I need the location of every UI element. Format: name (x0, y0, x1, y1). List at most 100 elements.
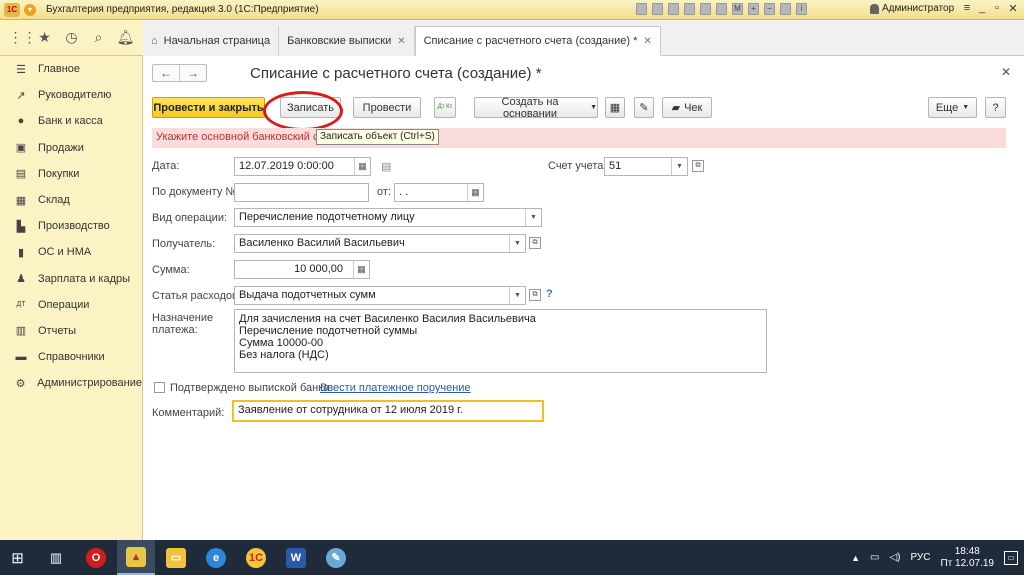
dt-kt-button[interactable]: Дт Кт (434, 97, 456, 118)
calendar-icon[interactable]: ▦ (467, 184, 483, 201)
forward-arrow-icon[interactable]: → (180, 65, 206, 81)
account-field[interactable]: 51 ▼ (604, 157, 688, 176)
help-button[interactable]: ? (985, 97, 1006, 118)
paint-icon[interactable]: ✎ (317, 540, 355, 575)
dropdown-arrow-icon[interactable]: ▼ (671, 158, 687, 175)
sidebar-item-manager[interactable]: ↗ Руководителю (0, 82, 142, 108)
word-icon[interactable]: W (277, 540, 315, 575)
sidebar-item-catalogs[interactable]: ▬ Справочники (0, 344, 142, 370)
sidebar-item-bank[interactable]: ● Банк и касса (0, 108, 142, 134)
person-icon: ♟ (16, 273, 26, 286)
apps-grid-icon[interactable]: ⋮⋮ (9, 29, 37, 46)
language-indicator[interactable]: РУС (910, 552, 930, 563)
opera-browser-icon[interactable]: O (77, 540, 115, 575)
memory-m-icon[interactable]: M (732, 3, 743, 15)
file-explorer-icon[interactable]: ▭ (157, 540, 195, 575)
clock[interactable]: 18:48 Пт 12.07.19 (941, 546, 994, 570)
tab-label: Начальная страница (163, 35, 271, 47)
calculator-icon[interactable]: ▦ (353, 261, 369, 278)
post-and-close-button[interactable]: Провести и закрыть (152, 97, 265, 118)
sidebar-item-production[interactable]: ▙ Производство (0, 213, 142, 239)
enter-payment-order-link[interactable]: Ввести платежное поручение (320, 382, 471, 394)
dropdown-arrow-icon[interactable]: ▼ (509, 235, 525, 252)
main-menu-button[interactable]: ▾ (24, 3, 36, 16)
sidebar-item-label: Отчеты (38, 324, 77, 337)
tab-write-off[interactable]: Списание с расчетного счета (создание) *… (414, 26, 661, 56)
receipt-button[interactable]: ▰ Чек (662, 97, 712, 118)
sidebar-item-assets[interactable]: ▮ ОС и НМА (0, 239, 142, 265)
sidebar-item-reports[interactable]: ▥ Отчеты (0, 318, 142, 344)
sidebar-item-sales[interactable]: ▣ Продажи (0, 135, 142, 161)
calculator-icon[interactable] (716, 3, 727, 15)
print-button[interactable]: ▦ (605, 97, 625, 118)
comment-bubble-icon[interactable]: ▤ (381, 160, 391, 173)
close-form-icon[interactable]: ✕ (1001, 65, 1011, 79)
post-button[interactable]: Провести (353, 97, 421, 118)
open-icon[interactable]: ⧉ (692, 160, 704, 172)
operation-type-select[interactable]: Перечисление подотчетному лицу ▼ (234, 208, 542, 227)
tab-bank-statements[interactable]: Банковские выписки ✕ (279, 26, 415, 56)
expense-item-field[interactable]: Выдача подотчетных сумм ▼ (234, 286, 526, 305)
account-value: 51 (609, 160, 622, 172)
open-icon[interactable]: ⧉ (529, 237, 541, 249)
send-icon[interactable] (668, 3, 679, 15)
bell-icon[interactable]: 🔔︎ (117, 29, 135, 46)
create-based-on-button[interactable]: Создать на основании ▼ (474, 96, 598, 120)
settings-icon[interactable]: ≡ (960, 2, 974, 14)
confirmed-checkbox[interactable] (154, 382, 165, 393)
confirmed-label: Подтверждено выпиской банка: (170, 382, 333, 394)
help-question-icon[interactable]: ? (546, 288, 553, 300)
doc-number-field[interactable] (234, 183, 369, 202)
table-icon[interactable] (684, 3, 695, 15)
search-icon[interactable]: ⌕ (90, 29, 108, 46)
sidebar-item-salary[interactable]: ♟ Зарплата и кадры (0, 266, 142, 292)
tab-close-icon[interactable]: ✕ (397, 36, 405, 47)
calendar-icon[interactable] (700, 3, 711, 15)
close-window-button[interactable]: ✕ (1006, 2, 1020, 15)
calendar-icon[interactable]: ▦ (354, 158, 370, 175)
memory-minus-icon[interactable]: − (764, 3, 775, 15)
purpose-textarea[interactable]: Для зачисления на счет Василенко Василия… (234, 309, 767, 373)
internet-explorer-icon[interactable]: e (197, 540, 235, 575)
history-icon[interactable]: ◷ (63, 29, 81, 46)
minimize-button[interactable]: _ (975, 2, 989, 14)
cart-icon: ▣ (15, 142, 27, 155)
amount-field[interactable]: 10 000,00 ▦ (234, 260, 370, 279)
show-hidden-icons[interactable]: ▲ (851, 553, 860, 563)
dropdown-arrow-icon[interactable]: ▼ (525, 209, 541, 226)
zoom-icon[interactable] (780, 3, 791, 15)
recipient-field[interactable]: Василенко Василий Васильевич ▼ (234, 234, 526, 253)
back-arrow-icon[interactable]: ← (153, 65, 180, 81)
favorites-star-icon[interactable]: ★ (36, 29, 54, 46)
dropdown-arrow-icon[interactable]: ▼ (509, 287, 525, 304)
open-icon[interactable]: ⧉ (529, 289, 541, 301)
tab-close-icon[interactable]: ✕ (643, 36, 651, 47)
save-icon[interactable] (652, 3, 663, 15)
network-icon[interactable]: ▭ (870, 552, 879, 563)
notifications-icon[interactable]: ▭ (1004, 550, 1018, 565)
task-view-icon[interactable]: ▥ (37, 540, 75, 575)
comment-field[interactable]: Заявление от сотрудника от 12 июля 2019 … (232, 400, 544, 422)
print-icon[interactable] (636, 3, 647, 15)
sidebar-item-main[interactable]: ☰ Главное (0, 56, 142, 82)
user-menu[interactable]: Администратор (870, 3, 954, 14)
app-logo-icon[interactable]: 1С (4, 2, 20, 17)
tab-bar: ⌂ Начальная страница Банковские выписки … (143, 26, 661, 56)
info-icon[interactable]: i (796, 3, 807, 15)
sidebar-item-operations[interactable]: ДТ Операции (0, 292, 142, 318)
date-field[interactable]: 12.07.2019 0:00:00 ▦ (234, 157, 371, 176)
tab-home[interactable]: ⌂ Начальная страница (143, 26, 280, 56)
windows-start-icon[interactable]: ⊞ (0, 540, 35, 575)
attach-button[interactable]: ✎ (634, 97, 654, 118)
maximize-button[interactable]: ▫ (990, 2, 1004, 14)
more-button[interactable]: Еще ▼ (928, 97, 977, 118)
volume-icon[interactable]: ◁) (889, 552, 900, 563)
sidebar-item-purchases[interactable]: ▤ Покупки (0, 161, 142, 187)
sidebar-item-label: Продажи (38, 141, 84, 154)
doc-date-field[interactable]: . . ▦ (394, 183, 484, 202)
memory-plus-icon[interactable]: + (748, 3, 759, 15)
sidebar-item-admin[interactable]: ⚙ Администрирование (0, 370, 142, 396)
1c-launcher-icon[interactable]: 1C (237, 540, 275, 575)
sidebar-item-warehouse[interactable]: ▦ Склад (0, 187, 142, 213)
1c-app-icon[interactable]: ▴ (117, 540, 155, 575)
